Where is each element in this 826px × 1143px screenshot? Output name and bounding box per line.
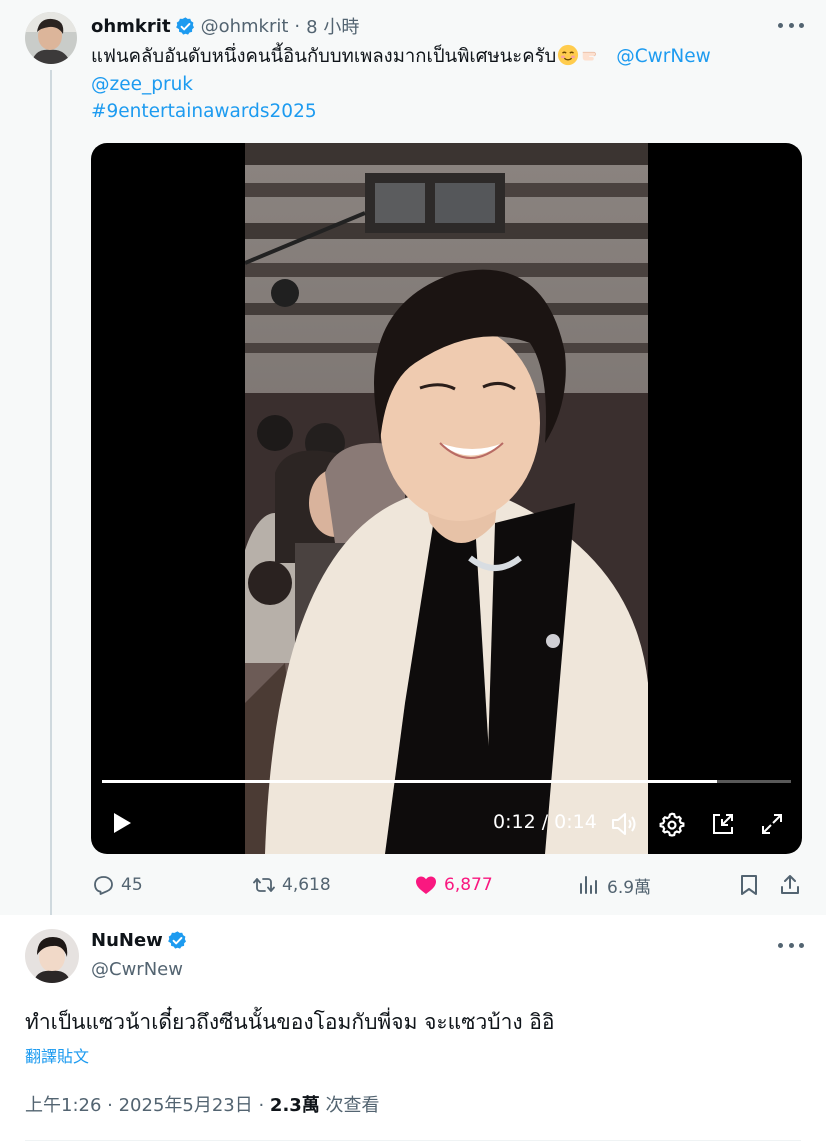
translate-post-link[interactable]: 翻譯貼文 <box>25 1043 89 1067</box>
reply-button[interactable]: 45 <box>91 870 143 900</box>
mention-link[interactable]: @CwrNew <box>616 46 711 67</box>
more-options-icon[interactable] <box>778 15 804 35</box>
reply-views-count: 2.3萬 <box>269 1095 320 1116</box>
thread-connector-line <box>50 70 52 925</box>
reply-count: 45 <box>121 875 143 895</box>
fullscreen-icon[interactable] <box>757 809 787 839</box>
author-name[interactable]: ohmkrit <box>91 16 171 37</box>
share-icon <box>781 875 799 894</box>
picture-in-picture-icon[interactable] <box>708 809 738 839</box>
like-count: 6,877 <box>444 875 493 895</box>
settings-gear-icon[interactable] <box>657 809 687 839</box>
tweet-action-bar: 45 4,618 6,877 6.9萬 <box>0 870 826 900</box>
video-timecode: 0:12 / 0:14 <box>493 811 597 833</box>
share-button[interactable] <box>778 870 808 900</box>
tweet-text: แฟนคลับอันดับหนึ่งคนนี้อินกับบทเพลงมากเป… <box>91 43 806 126</box>
hashtag-link[interactable]: #9entertainawards2025 <box>91 101 317 122</box>
verified-badge-icon[interactable] <box>175 16 196 37</box>
more-options-icon[interactable] <box>778 935 804 955</box>
video-player[interactable]: 0:12 / 0:14 <box>91 143 802 854</box>
repost-button[interactable]: 4,618 <box>252 870 331 900</box>
video-progress-fill <box>102 780 718 783</box>
repost-count: 4,618 <box>282 875 331 895</box>
post-time[interactable]: 8 小時 <box>306 13 359 39</box>
bookmark-icon <box>741 875 757 895</box>
author-handle[interactable]: @ohmkrit <box>201 16 289 37</box>
mention-link[interactable]: @zee_pruk <box>91 74 193 95</box>
tweet-body: แฟนคลับอันดับหนึ่งคนนี้อินกับบทเพลงมากเป… <box>91 46 557 67</box>
video-progress-bar[interactable] <box>102 780 791 783</box>
play-icon[interactable] <box>108 809 136 837</box>
avatar[interactable] <box>25 12 77 64</box>
avatar[interactable] <box>25 929 79 983</box>
parent-tweet[interactable]: ohmkrit @ohmkrit · 8 小時 แฟนคลับอันดับหนึ… <box>0 0 826 925</box>
repost-icon <box>253 878 275 892</box>
reply-text: ทำเป็นแซวน้าเดี๋ยวถึงซีนนั้นของโอมกับพี่… <box>25 1010 555 1034</box>
video-frame[interactable] <box>245 143 648 854</box>
like-button[interactable]: 6,877 <box>414 870 493 900</box>
smiling-face-emoji <box>558 44 579 66</box>
bookmark-button[interactable] <box>737 870 767 900</box>
analytics-icon <box>580 876 597 894</box>
post-metadata: 上午1:26 · 2025年5月23日 · 2.3萬 次查看 <box>25 1091 380 1117</box>
reply-views-label: 次查看 <box>319 1095 380 1116</box>
volume-icon[interactable] <box>609 809 639 839</box>
reply-author-name[interactable]: NuNew <box>91 930 163 951</box>
reply-tweet[interactable]: NuNew @CwrNew ทำเป็นแซวน้าเดี๋ยวถึงซีนนั… <box>0 915 826 1143</box>
verified-badge-icon[interactable] <box>167 930 188 951</box>
post-timestamp[interactable]: 上午1:26 · 2025年5月23日 · <box>25 1095 270 1116</box>
views-count: 6.9萬 <box>607 877 652 898</box>
views-button[interactable]: 6.9萬 <box>577 870 651 900</box>
tweet-header: ohmkrit @ohmkrit · 8 小時 <box>91 13 359 39</box>
divider <box>25 1140 801 1141</box>
reply-icon <box>94 876 113 895</box>
pointing-hand-emoji <box>583 51 597 61</box>
reply-author-name-row: NuNew <box>91 930 193 951</box>
heart-icon <box>416 876 436 894</box>
separator-dot: · <box>294 15 301 37</box>
reply-author-handle[interactable]: @CwrNew <box>91 959 183 980</box>
